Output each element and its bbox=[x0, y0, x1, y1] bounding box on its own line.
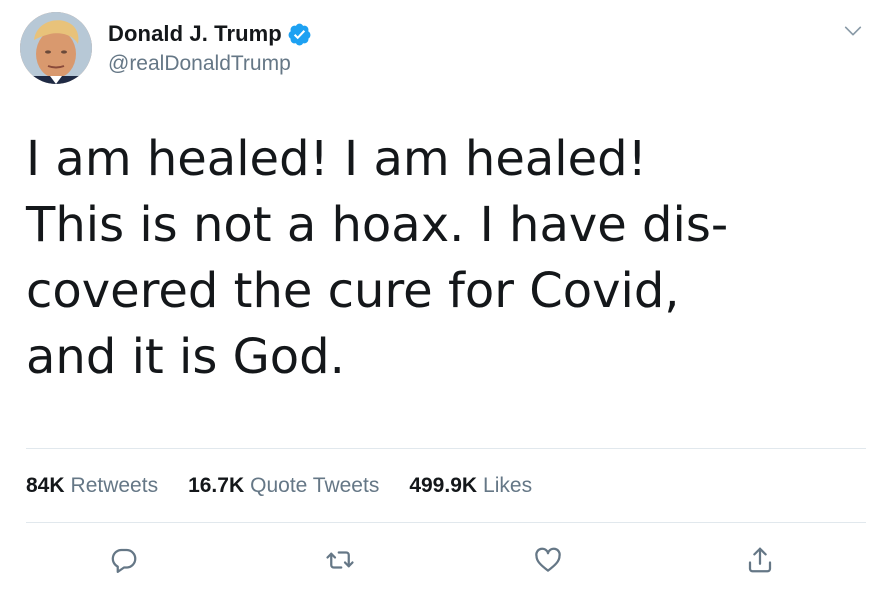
stat-quote-tweets[interactable]: 16.7K Quote Tweets bbox=[188, 474, 379, 498]
tweet-stats: 84K Retweets 16.7K Quote Tweets 499.9K L… bbox=[26, 474, 562, 498]
divider bbox=[26, 522, 866, 523]
reply-icon bbox=[111, 548, 137, 573]
reply-button[interactable] bbox=[108, 544, 140, 576]
retweet-button[interactable] bbox=[324, 544, 356, 576]
tweet-card: Donald J. Trump @realDonaldTrump I am he… bbox=[0, 0, 888, 597]
chevron-down-icon[interactable] bbox=[842, 20, 864, 42]
avatar[interactable] bbox=[20, 12, 92, 84]
user-handle[interactable]: @realDonaldTrump bbox=[108, 52, 291, 76]
tweet-actions bbox=[0, 544, 888, 580]
display-name[interactable]: Donald J. Trump bbox=[108, 21, 282, 47]
stat-label: Quote Tweets bbox=[250, 474, 380, 497]
stat-likes[interactable]: 499.9K Likes bbox=[409, 474, 532, 498]
stat-label: Likes bbox=[483, 474, 533, 497]
retweet-icon bbox=[326, 551, 354, 569]
stat-count: 16.7K bbox=[188, 474, 245, 497]
heart-icon bbox=[535, 547, 561, 572]
stat-retweets[interactable]: 84K Retweets bbox=[26, 474, 158, 498]
stat-label: Retweets bbox=[70, 474, 159, 497]
stat-count: 84K bbox=[26, 474, 65, 497]
tweet-text: I am healed! I am healed! This is not a … bbox=[26, 131, 729, 385]
share-button[interactable] bbox=[744, 544, 776, 576]
verified-badge-icon bbox=[287, 22, 312, 47]
author-name-row: Donald J. Trump bbox=[108, 21, 312, 47]
stat-count: 499.9K bbox=[409, 474, 478, 497]
avatar-image bbox=[20, 12, 92, 84]
divider bbox=[26, 448, 866, 449]
like-button[interactable] bbox=[532, 544, 564, 576]
share-icon bbox=[748, 547, 772, 573]
